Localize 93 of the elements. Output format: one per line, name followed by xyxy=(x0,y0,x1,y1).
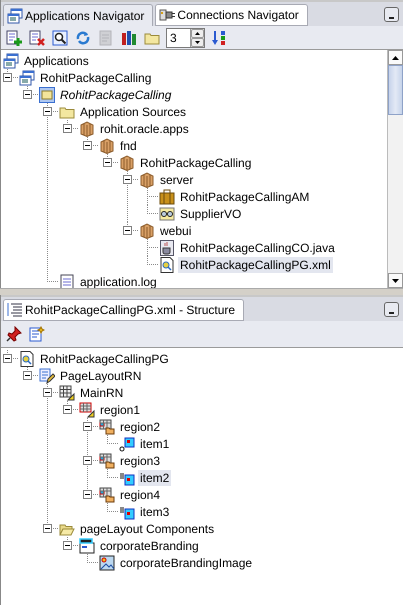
box-icon xyxy=(139,172,155,188)
scroll-down-button[interactable] xyxy=(388,273,403,288)
tree-item[interactable]: rohit.oracle.apps xyxy=(98,120,191,136)
scroll-up-button[interactable] xyxy=(388,50,403,65)
collapse-toggle[interactable] xyxy=(83,422,92,431)
table-folder-icon xyxy=(99,486,115,502)
tree-item[interactable]: application.log xyxy=(78,274,159,288)
tree-item[interactable]: corporateBrandingImage xyxy=(118,554,254,570)
tree-item[interactable]: item3 xyxy=(138,504,172,520)
table-folder-icon xyxy=(99,452,115,468)
spin-up-button[interactable] xyxy=(191,28,204,38)
tree-item[interactable]: pageLayout Components xyxy=(78,520,216,536)
collapse-toggle[interactable] xyxy=(123,226,132,235)
number-spinner[interactable]: 3 xyxy=(166,28,205,48)
sort-icon xyxy=(211,30,227,46)
page-pencil-icon xyxy=(39,368,55,384)
collapse-toggle[interactable] xyxy=(83,490,92,499)
tree-item[interactable]: SupplierVO xyxy=(178,206,244,222)
box-icon xyxy=(79,120,95,136)
tree-item[interactable]: webui xyxy=(158,222,194,238)
scroll-thumb[interactable] xyxy=(388,65,403,115)
collapse-toggle[interactable] xyxy=(43,388,52,397)
tree-item[interactable]: RohitPackageCallingPG xyxy=(38,350,171,366)
panel-tab[interactable]: RohitPackageCallingPG.xml - Structure xyxy=(3,299,244,321)
books-icon xyxy=(121,30,137,46)
down-triangle-icon xyxy=(195,40,200,44)
table-pencil-icon xyxy=(79,402,95,418)
collapse-toggle[interactable] xyxy=(43,107,52,116)
tree-item[interactable]: RohitPackageCallingPG.xml xyxy=(178,256,333,272)
tree-item[interactable]: corporateBranding xyxy=(98,538,201,554)
collapse-toggle[interactable] xyxy=(23,371,32,380)
table-pencil-icon xyxy=(59,384,75,400)
windows-icon xyxy=(7,8,23,24)
tree-item[interactable]: RohitPackageCalling xyxy=(138,154,254,170)
collapse-toggle[interactable] xyxy=(23,90,32,99)
tree-item[interactable]: MainRN xyxy=(78,384,126,400)
glasses-icon xyxy=(159,206,175,222)
picture-icon xyxy=(99,554,115,570)
box-icon xyxy=(99,138,115,154)
tree-item[interactable]: RohitPackageCalling xyxy=(58,86,174,102)
up-triangle-icon xyxy=(392,56,399,60)
briefcase-icon xyxy=(159,188,175,204)
tree-item[interactable]: item1 xyxy=(138,436,172,452)
page-icon xyxy=(159,256,175,272)
collapse-toggle[interactable] xyxy=(43,524,52,533)
scrollbar-track[interactable] xyxy=(387,50,403,288)
project-icon xyxy=(39,86,55,102)
tree-item[interactable]: PageLayoutRN xyxy=(58,368,144,384)
collapse-toggle[interactable] xyxy=(83,141,92,150)
minimize-button[interactable] xyxy=(384,302,399,317)
collapse-toggle[interactable] xyxy=(83,456,92,465)
windows-icon xyxy=(19,70,35,86)
add-document-icon xyxy=(6,30,22,46)
collapse-toggle[interactable] xyxy=(63,124,72,133)
tree-item[interactable]: RohitPackageCallingCO.java xyxy=(178,240,337,256)
collapse-toggle[interactable] xyxy=(63,541,72,550)
tree-item[interactable]: region3 xyxy=(118,452,162,468)
plug-icon xyxy=(159,7,176,23)
document-icon xyxy=(98,30,114,46)
up-triangle-icon xyxy=(195,32,200,34)
table-folder-icon xyxy=(99,418,115,434)
list-icon xyxy=(7,302,23,318)
down-triangle-icon xyxy=(392,278,399,282)
tree-item[interactable]: Application Sources xyxy=(78,104,188,120)
panel-tab[interactable]: Applications Navigator xyxy=(3,4,154,26)
item-icon xyxy=(119,436,135,452)
box-icon xyxy=(139,222,155,238)
new-document-icon xyxy=(29,326,45,342)
tree-item[interactable]: server xyxy=(158,172,196,188)
refresh-icon xyxy=(75,30,91,46)
minimize-button[interactable] xyxy=(384,7,399,22)
page-icon xyxy=(19,350,35,366)
tree-item[interactable]: region2 xyxy=(118,418,162,434)
tree-item[interactable]: fnd xyxy=(118,138,139,154)
search-icon xyxy=(52,30,68,46)
collapse-toggle[interactable] xyxy=(103,158,112,167)
collapse-toggle[interactable] xyxy=(3,354,12,363)
spin-down-button[interactable] xyxy=(191,38,204,46)
tree-item[interactable]: region4 xyxy=(118,486,162,502)
collapse-toggle[interactable] xyxy=(123,175,132,184)
delete-document-icon xyxy=(29,30,45,46)
tree-item[interactable]: RohitPackageCallingAM xyxy=(178,188,312,204)
tree-item[interactable]: region1 xyxy=(98,402,142,418)
coffee-cup-icon xyxy=(159,240,175,256)
tree-item[interactable]: Applications xyxy=(22,52,91,68)
collapse-toggle[interactable] xyxy=(63,405,72,414)
box-icon xyxy=(119,154,135,170)
panel-tab[interactable]: Connections Navigator xyxy=(155,4,308,26)
banner-icon xyxy=(79,538,95,554)
collapse-toggle[interactable] xyxy=(3,73,12,82)
pushpin-icon xyxy=(6,326,22,342)
tree-item[interactable]: item2 xyxy=(138,470,172,486)
tree-item[interactable]: RohitPackageCalling xyxy=(38,70,154,86)
